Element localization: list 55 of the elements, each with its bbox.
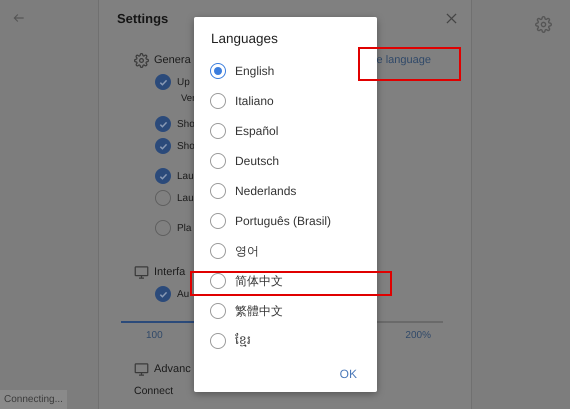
radio-button[interactable] [210, 153, 226, 169]
status-text: Connecting... [0, 390, 67, 409]
option-label: Sho [177, 140, 195, 152]
monitor-icon [134, 264, 149, 280]
change-language-link[interactable]: e language [376, 54, 431, 66]
section-title: Genera [154, 54, 191, 66]
language-label: 영어 [235, 242, 259, 260]
option-label: Au [177, 288, 190, 300]
radio-button[interactable] [210, 183, 226, 199]
check-icon [158, 120, 168, 128]
radio-button[interactable] [210, 333, 226, 349]
language-label: English [235, 64, 274, 78]
language-label: Italiano [235, 94, 274, 108]
language-label: 简体中文 [235, 272, 283, 290]
radio-button[interactable] [210, 303, 226, 319]
option-label: Pla [177, 222, 192, 234]
ok-button[interactable]: OK [334, 363, 363, 385]
dialog-title: Languages [210, 30, 278, 48]
version-note: Ver [180, 93, 196, 105]
radio-button[interactable] [210, 213, 226, 229]
check-icon [158, 172, 168, 180]
check-icon [158, 142, 168, 150]
slider-min-label: 100 [146, 330, 163, 340]
check-icon [158, 78, 168, 86]
checkbox[interactable] [155, 168, 171, 184]
section-title: Interfa [154, 266, 186, 278]
option-label: Up [177, 76, 190, 88]
language-label: 繁體中文 [235, 302, 283, 320]
checkbox[interactable] [155, 116, 171, 132]
section-title: Advanc [154, 363, 191, 375]
monitor-icon [134, 362, 149, 376]
option-label: Lau [177, 192, 194, 204]
radio-button[interactable] [210, 63, 226, 79]
language-label: Nederlands [235, 184, 296, 198]
settings-title: Settings [117, 10, 168, 26]
settings-icon[interactable] [535, 16, 552, 33]
slider-max-label: 200% [405, 330, 431, 340]
language-label: ខ្មែរ [235, 332, 251, 349]
language-label: Español [235, 124, 278, 138]
check-icon [158, 290, 168, 298]
close-icon[interactable] [446, 12, 457, 24]
checkbox[interactable] [155, 74, 171, 90]
option-label: Sho [177, 118, 195, 130]
radio-button[interactable] [210, 93, 226, 109]
section-text: Connect [134, 384, 174, 399]
language-label: Deutsch [235, 154, 280, 168]
checkbox[interactable] [155, 138, 171, 154]
radio-button[interactable] [210, 123, 226, 139]
option-label: Lau [177, 170, 194, 182]
language-label: Português (Brasil) [235, 214, 332, 228]
gear-icon [134, 52, 149, 68]
checkbox[interactable] [155, 286, 171, 302]
radio-button[interactable] [210, 243, 226, 259]
checkbox[interactable] [155, 190, 171, 206]
checkbox[interactable] [155, 220, 171, 236]
